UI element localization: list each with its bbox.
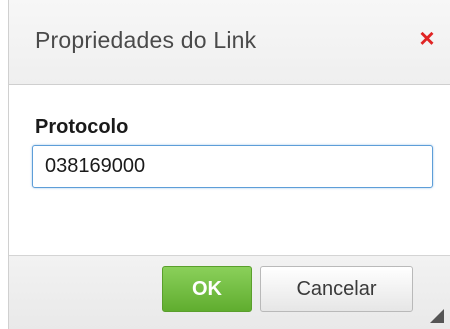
dialog-title: Propriedades do Link [35, 27, 257, 53]
dialog-left-edge [0, 0, 9, 329]
protocolo-input[interactable] [32, 145, 433, 188]
cancel-button[interactable]: Cancelar [260, 266, 413, 312]
link-properties-dialog: Propriedades do Link × Protocolo OK Canc… [0, 0, 450, 329]
dialog-body: Protocolo [9, 85, 450, 255]
protocolo-label: Protocolo [35, 116, 129, 138]
close-icon[interactable]: × [416, 25, 438, 51]
dialog-footer: OK Cancelar [9, 255, 450, 329]
resize-handle-icon[interactable] [430, 309, 444, 323]
ok-button[interactable]: OK [162, 266, 252, 312]
dialog-titlebar[interactable]: Propriedades do Link × [9, 0, 450, 85]
